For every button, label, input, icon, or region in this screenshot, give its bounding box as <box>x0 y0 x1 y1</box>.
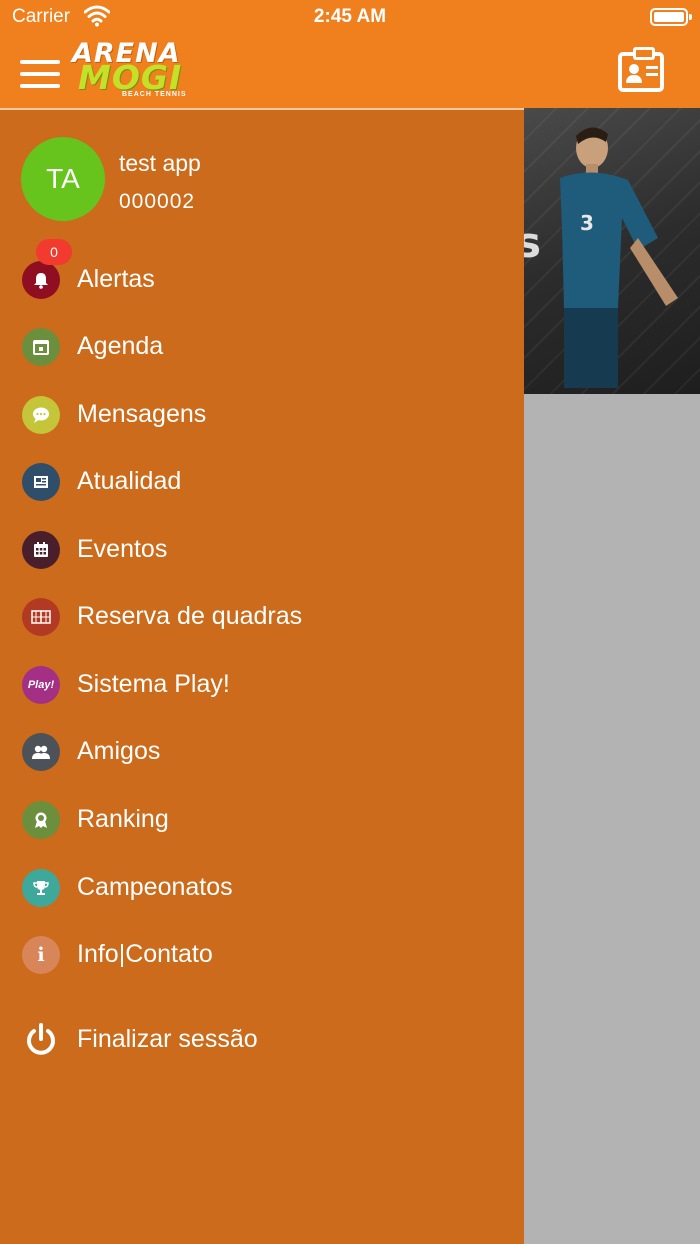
trophy-icon <box>22 869 60 907</box>
power-icon <box>22 1021 60 1059</box>
menu-item-label: Atualidad <box>77 467 182 495</box>
menu-item-label: Sistema Play! <box>77 670 230 698</box>
app-header: Carrier 2:45 AM ARENA MOGI BEACH TENNIS <box>0 0 700 108</box>
court-icon <box>22 598 60 636</box>
battery-icon <box>650 8 692 26</box>
navigation-drawer: TA test app 000002 0 Alertas Agenda Mens… <box>0 108 524 1244</box>
status-time: 2:45 AM <box>313 6 387 27</box>
menu-item-label: Reserva de quadras <box>77 602 303 630</box>
id-card-icon[interactable] <box>618 47 664 92</box>
logout-label: Finalizar sessão <box>77 1025 258 1053</box>
menu-item-reserva-de-quadras[interactable]: Reserva de quadras <box>0 589 524 645</box>
menu-hamburger-icon[interactable] <box>20 58 60 90</box>
alert-count-badge: 0 <box>36 239 72 265</box>
hero-banner-image: s 3 <box>524 108 700 394</box>
menu-item-label: Agenda <box>77 332 164 360</box>
menu-item-label: Info|Contato <box>77 940 213 968</box>
event-calendar-icon <box>22 531 60 569</box>
calendar-icon <box>22 328 60 366</box>
menu-item-mensagens[interactable]: Mensagens <box>0 387 524 443</box>
hero-partial-text: s <box>524 218 541 267</box>
user-code: 000002 <box>119 190 196 213</box>
menu-item-amigos[interactable]: Amigos <box>0 724 524 780</box>
newspaper-icon <box>22 463 60 501</box>
friends-icon <box>22 733 60 771</box>
menu-item-label: Amigos <box>77 737 161 765</box>
menu-item-alertas[interactable]: 0 Alertas <box>0 239 524 308</box>
menu-item-eventos[interactable]: Eventos <box>0 522 524 578</box>
menu-item-label: Mensagens <box>77 400 207 428</box>
menu-item-atualidad[interactable]: Atualidad <box>0 454 524 510</box>
menu-item-sistema-play[interactable]: Play! Sistema Play! <box>0 657 524 713</box>
logout-button[interactable]: Finalizar sessão <box>0 1012 524 1068</box>
info-icon: i <box>22 936 60 974</box>
menu-item-campeonatos[interactable]: Campeonatos <box>0 860 524 916</box>
tennis-player-illustration: 3 <box>560 127 678 388</box>
user-name: test app <box>119 150 201 176</box>
menu-item-label: Alertas <box>77 265 155 293</box>
user-avatar[interactable]: TA <box>21 137 105 221</box>
play-icon: Play! <box>22 666 60 704</box>
menu-item-label: Eventos <box>77 535 168 563</box>
svg-text:3: 3 <box>580 211 594 235</box>
menu-item-label: Ranking <box>77 805 169 833</box>
menu-item-label: Campeonatos <box>77 873 233 901</box>
menu-item-agenda[interactable]: Agenda <box>0 319 524 375</box>
menu-item-info-contato[interactable]: i Info|Contato <box>0 927 524 983</box>
medal-icon <box>22 801 60 839</box>
menu-item-ranking[interactable]: Ranking <box>0 792 524 848</box>
bell-icon <box>22 261 60 299</box>
logo-tagline: BEACH TENNIS <box>122 91 187 98</box>
app-logo: ARENA MOGI BEACH TENNIS <box>70 38 200 102</box>
chat-bubble-icon <box>22 396 60 434</box>
status-bar: Carrier 2:45 AM <box>0 0 700 36</box>
